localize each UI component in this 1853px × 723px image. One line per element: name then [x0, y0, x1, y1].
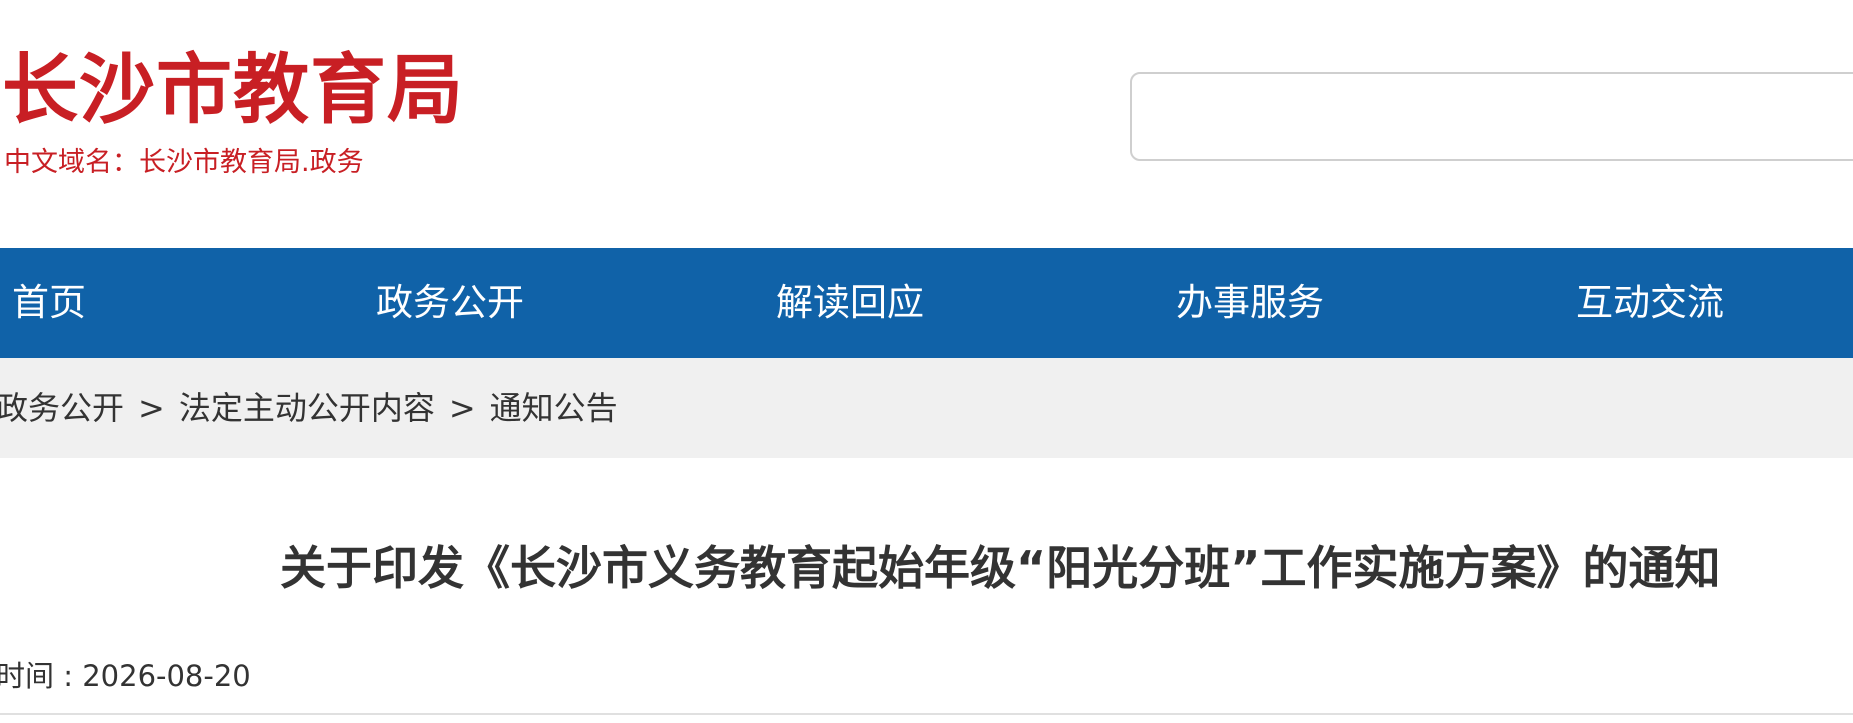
main-nav: 首页 政务公开 解读回应 办事服务 互动交流 [0, 248, 1853, 358]
breadcrumb-separator: > [138, 389, 165, 427]
publish-label: 时间 : [0, 659, 83, 693]
breadcrumb-trail: 政务公开 > 法定主动公开内容 > 通知公告 [0, 358, 618, 458]
nav-item-services[interactable]: 办事服务 [1176, 248, 1324, 358]
breadcrumb-separator: > [448, 389, 476, 427]
article-title: 关于印发《长沙市义务教育起始年级“阳光分班”工作实施方案》的通知 [280, 541, 1721, 595]
publish-date: 2026-08-20 [82, 659, 251, 693]
site-title[interactable]: 长沙市教育局 [2, 48, 464, 132]
nav-item-interaction[interactable]: 互动交流 [1576, 248, 1724, 358]
site-header: 长沙市教育局 中文域名：长沙市教育局.政务 [0, 0, 1853, 248]
divider [0, 713, 1853, 715]
publish-info: 时间 : 2026-08-20 [0, 656, 251, 696]
breadcrumb: 政务公开 > 法定主动公开内容 > 通知公告 [0, 358, 1853, 458]
search-input[interactable] [1130, 72, 1853, 161]
breadcrumb-item-statutory-disclosure[interactable]: 法定主动公开内容 [179, 389, 435, 427]
page: 长沙市教育局 中文域名：长沙市教育局.政务 首页 政务公开 解读回应 办事服务 … [0, 0, 1853, 723]
nav-item-government-affairs[interactable]: 政务公开 [376, 248, 524, 358]
nav-item-interpretation[interactable]: 解读回应 [776, 248, 924, 358]
breadcrumb-item-notices[interactable]: 通知公告 [490, 389, 618, 427]
breadcrumb-item-government-affairs[interactable]: 政务公开 [0, 389, 124, 427]
site-domain-text: 中文域名：长沙市教育局.政务 [4, 147, 364, 178]
nav-item-home[interactable]: 首页 [12, 248, 86, 358]
